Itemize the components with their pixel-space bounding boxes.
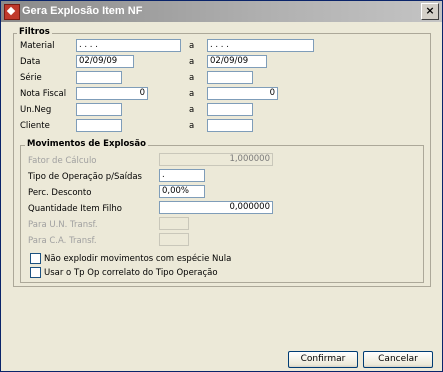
label-data: Data	[20, 57, 41, 67]
data-from-input[interactable]: 02/09/09	[76, 55, 134, 68]
confirmar-button[interactable]: Confirmar	[288, 351, 358, 368]
perc-desconto-input[interactable]: 0,00%	[159, 185, 205, 198]
label-serie: Série	[20, 73, 42, 83]
material-from-input[interactable]: . . . .	[76, 39, 181, 52]
close-button[interactable]: ×	[421, 3, 439, 20]
nota-fiscal-to-input[interactable]: 0	[207, 87, 278, 100]
label-nota-fiscal: Nota Fiscal	[20, 89, 67, 99]
window-title: Gera Explosão Item NF	[22, 5, 143, 17]
app-icon	[4, 4, 20, 20]
serie-to-input[interactable]	[207, 71, 253, 84]
nao-explodir-checkbox[interactable]	[30, 253, 41, 264]
label-perc-desconto: Perc. Desconto	[28, 188, 92, 198]
label-a-un-neg: a	[189, 105, 195, 115]
label-tipo-operacao: Tipo de Operação p/Saídas	[28, 172, 142, 182]
movimentos-title: Movimentos de Explosão	[25, 139, 148, 149]
filtros-title: Filtros	[17, 27, 52, 37]
label-quantidade-item-filho: Quantidade Item Filho	[28, 204, 122, 214]
material-to-input[interactable]: . . . .	[207, 39, 314, 52]
cancelar-button[interactable]: Cancelar	[363, 351, 433, 368]
label-a-data: a	[189, 57, 195, 67]
label-a-material: a	[189, 41, 195, 51]
data-to-input[interactable]: 02/09/09	[207, 55, 267, 68]
label-ca-transf: Para C.A. Transf.	[28, 236, 97, 246]
usar-tp-op-checkbox[interactable]	[30, 267, 41, 278]
label-a-cliente: a	[189, 121, 195, 131]
label-a-nota-fiscal: a	[189, 89, 195, 99]
quantidade-item-filho-input[interactable]: 0,000000	[159, 201, 273, 214]
un-neg-from-input[interactable]	[76, 103, 122, 116]
un-transf-input	[159, 217, 189, 230]
label-nao-explodir[interactable]: Não explodir movimentos com espécie Nula	[44, 254, 231, 264]
fator-calculo-input: 1,000000	[159, 153, 273, 166]
cliente-from-input[interactable]	[76, 119, 122, 132]
serie-from-input[interactable]	[76, 71, 122, 84]
label-cliente: Cliente	[20, 121, 50, 131]
label-material: Material	[20, 41, 55, 51]
title-bar[interactable]: Gera Explosão Item NF ×	[1, 1, 442, 22]
label-usar-tp-op[interactable]: Usar o Tp Op correlato do Tipo Operação	[44, 268, 218, 278]
ca-transf-input	[159, 233, 189, 246]
label-fator-calculo: Fator de Cálculo	[28, 156, 97, 166]
un-neg-to-input[interactable]	[207, 103, 253, 116]
cliente-to-input[interactable]	[207, 119, 253, 132]
dialog-window: Gera Explosão Item NF × Filtros Material…	[0, 0, 443, 372]
tipo-operacao-input[interactable]: .	[159, 169, 205, 182]
label-a-serie: a	[189, 73, 195, 83]
label-un-transf: Para U.N. Transf.	[28, 220, 98, 230]
nota-fiscal-from-input[interactable]: 0	[76, 87, 148, 100]
label-un-neg: Un.Neg	[20, 105, 52, 115]
